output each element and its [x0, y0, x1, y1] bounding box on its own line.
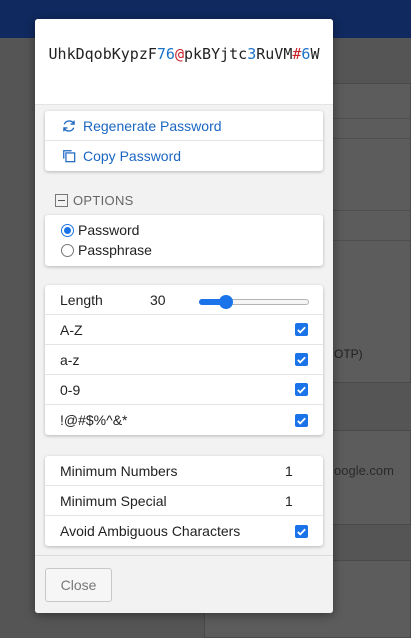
minimum-special-row: Minimum Special 1 — [45, 486, 323, 516]
password-segment-char: pkBYjtc — [184, 45, 248, 63]
minimum-numbers-row: Minimum Numbers 1 — [45, 456, 323, 486]
copy-password-label: Copy Password — [83, 148, 182, 164]
charset-special-row: !@#$%^&* — [45, 405, 323, 435]
close-button[interactable]: Close — [45, 568, 112, 602]
password-options-group: Length 30 A-Z a-z 0-9 !@#$%^&* — [45, 285, 323, 435]
refresh-icon — [61, 118, 77, 134]
password-generator-dialog: UhkDqobKypzF76@pkBYjtc3RuVM#6W Regenerat… — [35, 19, 333, 613]
background-divider — [333, 118, 411, 119]
radio-passphrase-label: Passphrase — [78, 242, 152, 258]
length-slider[interactable] — [199, 295, 309, 309]
radio-passphrase-control[interactable] — [61, 243, 74, 257]
minimum-numbers-value[interactable]: 1 — [285, 463, 293, 479]
background-divider — [333, 138, 411, 139]
password-segment-sym: @ — [174, 45, 184, 63]
length-row: Length 30 — [45, 285, 323, 315]
charset-numbers-label: 0-9 — [60, 381, 81, 398]
length-value: 30 — [150, 291, 166, 308]
background-text-domain: oogle.com — [334, 463, 394, 478]
password-segment-char: UhkDqobKypzF — [48, 45, 157, 63]
regenerate-password-button[interactable]: Regenerate Password — [45, 111, 323, 141]
background-divider — [333, 240, 411, 241]
minimum-special-value[interactable]: 1 — [285, 493, 293, 509]
dialog-footer: Close — [35, 555, 333, 613]
radio-password-control[interactable] — [61, 223, 74, 237]
password-minimums-group: Minimum Numbers 1 Minimum Special 1 Avoi… — [45, 456, 323, 546]
background-divider — [333, 210, 411, 211]
length-slider-thumb[interactable] — [218, 295, 233, 309]
copy-icon — [61, 148, 77, 164]
charset-lowercase-row: a-z — [45, 345, 323, 375]
avoid-ambiguous-label: Avoid Ambiguous Characters — [60, 523, 241, 539]
password-actions: Regenerate Password Copy Password — [45, 111, 323, 171]
avoid-ambiguous-row: Avoid Ambiguous Characters — [45, 516, 323, 546]
avoid-ambiguous-checkbox[interactable] — [295, 524, 308, 538]
charset-uppercase-label: A-Z — [60, 321, 83, 338]
minimum-special-label: Minimum Special — [60, 492, 167, 509]
charset-lowercase-label: a-z — [60, 351, 80, 368]
radio-passphrase[interactable]: Passphrase — [45, 240, 323, 260]
password-segment-num: 76 — [156, 45, 175, 63]
background-text-otp: OTP) — [334, 347, 363, 361]
radio-password-label: Password — [78, 222, 140, 238]
charset-uppercase-row: A-Z — [45, 315, 323, 345]
charset-uppercase-checkbox[interactable] — [295, 323, 308, 336]
copy-password-button[interactable]: Copy Password — [45, 141, 323, 171]
password-type-group: Password Passphrase — [45, 215, 323, 266]
length-label: Length — [60, 291, 103, 308]
minimum-numbers-label: Minimum Numbers — [60, 462, 178, 479]
charset-lowercase-checkbox[interactable] — [295, 353, 308, 366]
charset-special-label: !@#$%^&* — [60, 412, 128, 428]
generated-password[interactable]: UhkDqobKypzF76@pkBYjtc3RuVM#6W — [35, 19, 333, 105]
options-heading: OPTIONS — [73, 193, 134, 208]
password-segment-char: RuVM — [256, 45, 293, 63]
password-segment-char: W — [310, 45, 320, 63]
charset-numbers-row: 0-9 — [45, 375, 323, 405]
password-segment-num: 3 — [247, 45, 257, 63]
radio-password[interactable]: Password — [45, 220, 323, 240]
options-toggle[interactable]: OPTIONS — [55, 193, 134, 208]
regenerate-password-label: Regenerate Password — [83, 117, 222, 134]
charset-numbers-checkbox[interactable] — [295, 383, 308, 396]
minus-square-icon — [55, 194, 68, 207]
charset-special-checkbox[interactable] — [295, 413, 308, 427]
